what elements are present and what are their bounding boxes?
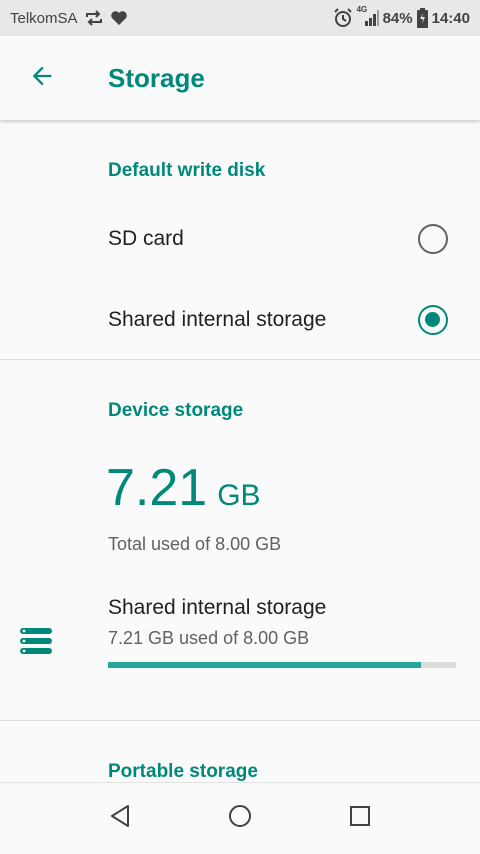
clock-time: 14:40 (431, 9, 470, 27)
default-write-disk-section: Default write disk SD card Shared intern… (0, 120, 480, 360)
storage-volume-item[interactable]: Shared internal storage 7.21 GB used of … (0, 576, 480, 696)
sync-icon (84, 9, 104, 27)
battery-percent: 84% (382, 9, 413, 27)
alarm-icon (333, 8, 353, 28)
portable-storage-section: Portable storage (0, 721, 480, 782)
heart-icon (110, 10, 128, 26)
storage-used-value: 7.21 (106, 459, 208, 517)
radio-option-shared-internal-storage[interactable]: Shared internal storage (0, 279, 480, 360)
arrow-back-icon (28, 62, 56, 95)
nav-back-button[interactable] (60, 783, 180, 854)
nav-home-button[interactable] (180, 783, 300, 854)
storage-list-icon (20, 628, 52, 659)
carrier-name: TelkomSA (10, 9, 78, 27)
nav-home-icon (228, 804, 252, 833)
page-title: Storage (108, 62, 205, 93)
device-storage-section: Device storage 7.21 GB Total used of 8.0… (0, 360, 480, 721)
radio-button-shared-internal-storage[interactable] (418, 304, 448, 335)
storage-used-summary: 7.21 GB (0, 458, 480, 526)
section-header-default-write-disk: Default write disk (108, 160, 266, 181)
radio-option-label: SD card (108, 226, 184, 250)
section-header-portable-storage: Portable storage (108, 761, 258, 782)
storage-volume-title: Shared internal storage (108, 596, 327, 619)
settings-content[interactable]: Default write disk SD card Shared intern… (0, 120, 480, 782)
network-type-label: 4G (356, 5, 368, 14)
battery-charging-icon (416, 8, 428, 28)
app-bar: Storage (0, 36, 480, 120)
storage-progress-bar (108, 662, 456, 668)
storage-volume-summary: 7.21 GB used of 8.00 GB (108, 628, 310, 648)
radio-button-sd-card[interactable] (418, 223, 448, 254)
storage-progress-fill (108, 662, 422, 668)
signal-icon: 4G (357, 5, 379, 27)
back-button[interactable] (0, 36, 84, 120)
radio-option-label: Shared internal storage (108, 307, 327, 331)
storage-total-text: Total used of 8.00 GB (108, 534, 282, 554)
nav-back-icon (109, 804, 131, 833)
navigation-bar (0, 782, 480, 854)
nav-recents-icon (349, 805, 371, 832)
storage-used-unit: GB (217, 479, 261, 512)
section-header-device-storage: Device storage (108, 400, 244, 421)
radio-option-sd-card[interactable]: SD card (0, 198, 480, 279)
nav-recents-button[interactable] (300, 783, 420, 854)
status-bar: TelkomSA 4G 84% 14:40 (0, 0, 480, 36)
